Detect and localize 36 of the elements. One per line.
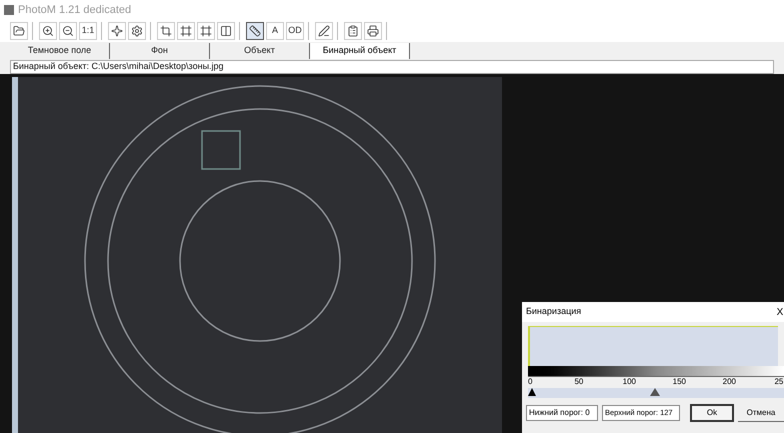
file-path: Бинарный объект: C:\Users\mihai\Desktop\зоны.jpg xyxy=(13,60,224,74)
tab[interactable]: Фон xyxy=(110,43,210,59)
ruler-icon xyxy=(249,25,261,37)
sparkle-icon xyxy=(111,25,123,37)
upper-marker[interactable] xyxy=(650,388,660,396)
pencil-icon xyxy=(318,25,330,37)
dialog-button[interactable]: Отмена xyxy=(738,404,784,422)
toolbar-button[interactable] xyxy=(246,22,264,40)
folder-icon xyxy=(13,25,25,37)
toolbar-button[interactable]: OD xyxy=(286,22,304,40)
gear-icon xyxy=(131,25,143,37)
columns-icon xyxy=(220,25,232,37)
clipboard-icon xyxy=(347,25,359,37)
close-button[interactable]: X xyxy=(776,304,784,320)
scale-label: 50 xyxy=(574,377,584,387)
scale-label: 0 xyxy=(528,377,532,387)
scale-label: 100 xyxy=(622,377,636,387)
scale-label: 25 xyxy=(774,377,784,387)
toolbar-button[interactable]: A xyxy=(266,22,284,40)
zoom-out-icon xyxy=(62,25,74,37)
dialog-title: Бинаризация xyxy=(526,305,582,318)
frame-icon xyxy=(180,25,192,37)
app-icon xyxy=(4,5,14,15)
lower-marker[interactable] xyxy=(528,388,536,396)
tab[interactable]: Бинарный объект xyxy=(310,43,410,59)
lower-threshold-field: Нижний порог: 0 xyxy=(526,405,598,421)
window-title: PhotoM 1.21 dedicated xyxy=(18,2,132,18)
zoom-in-icon xyxy=(42,25,54,37)
scale-label: 150 xyxy=(672,377,686,387)
toolbar-button[interactable]: 1:1 xyxy=(79,22,97,40)
crop-icon xyxy=(160,25,172,37)
scale-label: 200 xyxy=(722,377,736,387)
tab[interactable]: Темновое поле xyxy=(10,43,110,59)
frame-icon xyxy=(200,25,212,37)
printer-icon xyxy=(367,25,379,37)
dialog-button[interactable]: Ok xyxy=(690,404,734,422)
